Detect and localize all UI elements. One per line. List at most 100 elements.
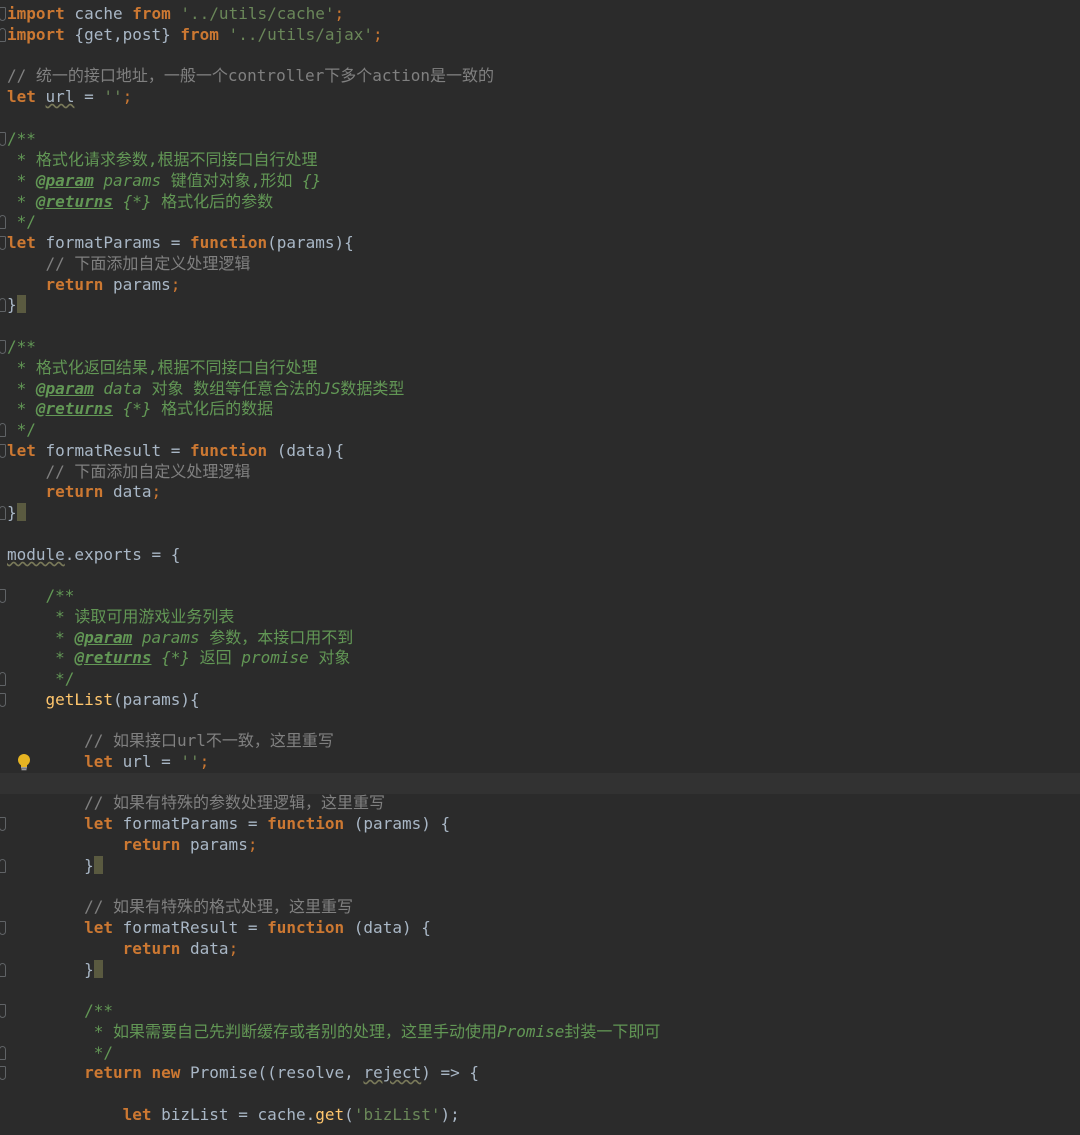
doc-tag: @param xyxy=(35,171,94,190)
fold-marker-icon[interactable] xyxy=(0,340,6,354)
punctuation: ; xyxy=(170,275,181,294)
identifier: module xyxy=(7,545,65,564)
fold-marker-icon[interactable] xyxy=(0,215,6,229)
code-line[interactable]: // 如果接口url不一致，这里重写 xyxy=(0,731,1080,752)
doc-comment: * 如果需要自己先判断缓存或者别的处理，这里手动使用 xyxy=(7,1022,497,1041)
doc-param-name: params xyxy=(132,628,200,647)
code-line[interactable]: module.exports = { xyxy=(0,545,1080,566)
parameters: (data) { xyxy=(344,918,431,937)
code-line[interactable]: let formatParams = function (params) { xyxy=(0,814,1080,835)
code-line[interactable]: * 如果需要自己先判断缓存或者别的处理，这里手动使用Promise封装一下即可 xyxy=(0,1022,1080,1043)
code-line[interactable]: * @param params 参数，本接口用不到 xyxy=(0,628,1080,649)
code-line[interactable]: /** xyxy=(0,337,1080,358)
code-line[interactable]: // 下面添加自定义处理逻辑 xyxy=(0,462,1080,483)
code-line[interactable]: // 下面添加自定义处理逻辑 xyxy=(0,254,1080,275)
code-line[interactable]: return data; xyxy=(0,482,1080,503)
string-literal: 'bizList' xyxy=(353,1105,441,1124)
doc-type: {*} xyxy=(112,399,152,418)
parameters: (data){ xyxy=(267,441,345,460)
string-literal: '' xyxy=(103,87,123,106)
current-line-highlight[interactable] xyxy=(0,773,1080,794)
text-caret xyxy=(16,503,26,521)
fold-marker-icon[interactable] xyxy=(0,921,6,935)
fold-marker-icon[interactable] xyxy=(0,963,6,977)
doc-tag: @param xyxy=(35,379,94,398)
punctuation: ; xyxy=(334,4,345,23)
code-line[interactable]: * @param params 键值对对象,形如 {} xyxy=(0,171,1080,192)
code-line[interactable]: /** xyxy=(0,586,1080,607)
fold-marker-icon[interactable] xyxy=(0,859,6,873)
string-literal: '../utils/cache' xyxy=(170,4,335,23)
keyword: let xyxy=(7,752,113,771)
code-line[interactable]: } xyxy=(0,960,1080,981)
code-line[interactable]: */ xyxy=(0,212,1080,233)
code-line[interactable]: let bizList = cache.get('bizList'); xyxy=(0,1105,1080,1126)
code-line[interactable]: * @returns {*} 返回 promise 对象 xyxy=(0,648,1080,669)
code-line[interactable]: } xyxy=(0,295,1080,316)
code-line[interactable]: getList(params){ xyxy=(0,690,1080,711)
code-line[interactable]: /** xyxy=(0,1001,1080,1022)
code-line[interactable]: * @returns {*} 格式化后的参数 xyxy=(0,192,1080,213)
code-line[interactable]: * 格式化请求参数,根据不同接口自行处理 xyxy=(0,150,1080,171)
punctuation: ; xyxy=(199,752,210,771)
fold-marker-icon[interactable] xyxy=(0,7,6,21)
parameters: (params) { xyxy=(344,814,451,833)
doc-type: promise xyxy=(241,648,309,667)
fold-marker-icon[interactable] xyxy=(0,132,6,146)
code-line[interactable]: import cache from '../utils/cache'; xyxy=(0,4,1080,25)
identifier: formatResult = xyxy=(35,441,191,460)
code-line[interactable]: * 格式化返回结果,根据不同接口自行处理 xyxy=(0,358,1080,379)
fold-marker-icon[interactable] xyxy=(0,693,6,707)
line-comment: // 下面添加自定义处理逻辑 xyxy=(7,254,251,273)
fold-marker-icon[interactable] xyxy=(0,1066,6,1080)
keyword: function xyxy=(267,918,345,937)
code-line[interactable]: // 如果有特殊的参数处理逻辑，这里重写 xyxy=(0,793,1080,814)
fold-marker-icon[interactable] xyxy=(0,672,6,686)
fold-marker-icon[interactable] xyxy=(0,444,6,458)
code-line[interactable]: let url = ''; xyxy=(0,752,1080,773)
fold-marker-icon[interactable] xyxy=(0,1004,6,1018)
doc-param-name: params xyxy=(93,171,162,190)
fold-marker-icon[interactable] xyxy=(0,589,6,603)
code-line[interactable]: return data; xyxy=(0,939,1080,960)
keyword: return xyxy=(7,939,181,958)
doc-type: {*} xyxy=(151,648,191,667)
fold-marker-icon[interactable] xyxy=(0,423,6,437)
operator: = xyxy=(74,87,104,106)
code-line[interactable]: return params; xyxy=(0,275,1080,296)
fold-marker-icon[interactable] xyxy=(0,817,6,831)
code-line[interactable]: return new Promise((resolve, reject) => … xyxy=(0,1063,1080,1084)
code-line[interactable]: /** xyxy=(0,129,1080,150)
code-line[interactable]: return params; xyxy=(0,835,1080,856)
doc-comment: */ xyxy=(7,212,36,231)
keyword: let xyxy=(7,918,113,937)
line-comment: // 如果接口url不一致，这里重写 xyxy=(7,731,334,750)
code-line[interactable]: */ xyxy=(0,420,1080,441)
code-editor[interactable]: import cache from '../utils/cache'; impo… xyxy=(0,0,1080,1135)
fold-marker-icon[interactable] xyxy=(0,1046,6,1060)
identifier: cache xyxy=(64,4,133,23)
code-line[interactable]: // 统一的接口地址，一般一个controller下多个action是一致的 xyxy=(0,66,1080,87)
code-line[interactable]: import {get,post} from '../utils/ajax'; xyxy=(0,25,1080,46)
code-line[interactable]: let formatResult = function (data){ xyxy=(0,441,1080,462)
code-line[interactable]: */ xyxy=(0,669,1080,690)
fold-marker-icon[interactable] xyxy=(0,298,6,312)
line-comment: // 如果有特殊的格式处理，这里重写 xyxy=(7,897,353,916)
code-line[interactable]: let formatResult = function (data) { xyxy=(0,918,1080,939)
code-line[interactable]: // 如果有特殊的格式处理，这里重写 xyxy=(0,897,1080,918)
code-line[interactable]: } xyxy=(0,856,1080,877)
code-line[interactable]: */ xyxy=(0,1043,1080,1064)
doc-comment: * xyxy=(7,399,36,418)
fold-marker-icon[interactable] xyxy=(0,28,6,42)
doc-tag: @returns xyxy=(74,648,152,667)
fold-marker-icon[interactable] xyxy=(0,236,6,250)
code-line[interactable]: * 读取可用游戏业务列表 xyxy=(0,607,1080,628)
keyword: return xyxy=(7,482,104,501)
code-line[interactable]: let url = ''; xyxy=(0,87,1080,108)
code-line[interactable]: * @returns {*} 格式化后的数据 xyxy=(0,399,1080,420)
fold-marker-icon[interactable] xyxy=(0,506,6,520)
code-line[interactable]: let formatParams = function(params){ xyxy=(0,233,1080,254)
doc-param-name: data xyxy=(93,379,142,398)
code-line[interactable]: } xyxy=(0,503,1080,524)
code-line[interactable]: * @param data 对象 数组等任意合法的JS数据类型 xyxy=(0,379,1080,400)
